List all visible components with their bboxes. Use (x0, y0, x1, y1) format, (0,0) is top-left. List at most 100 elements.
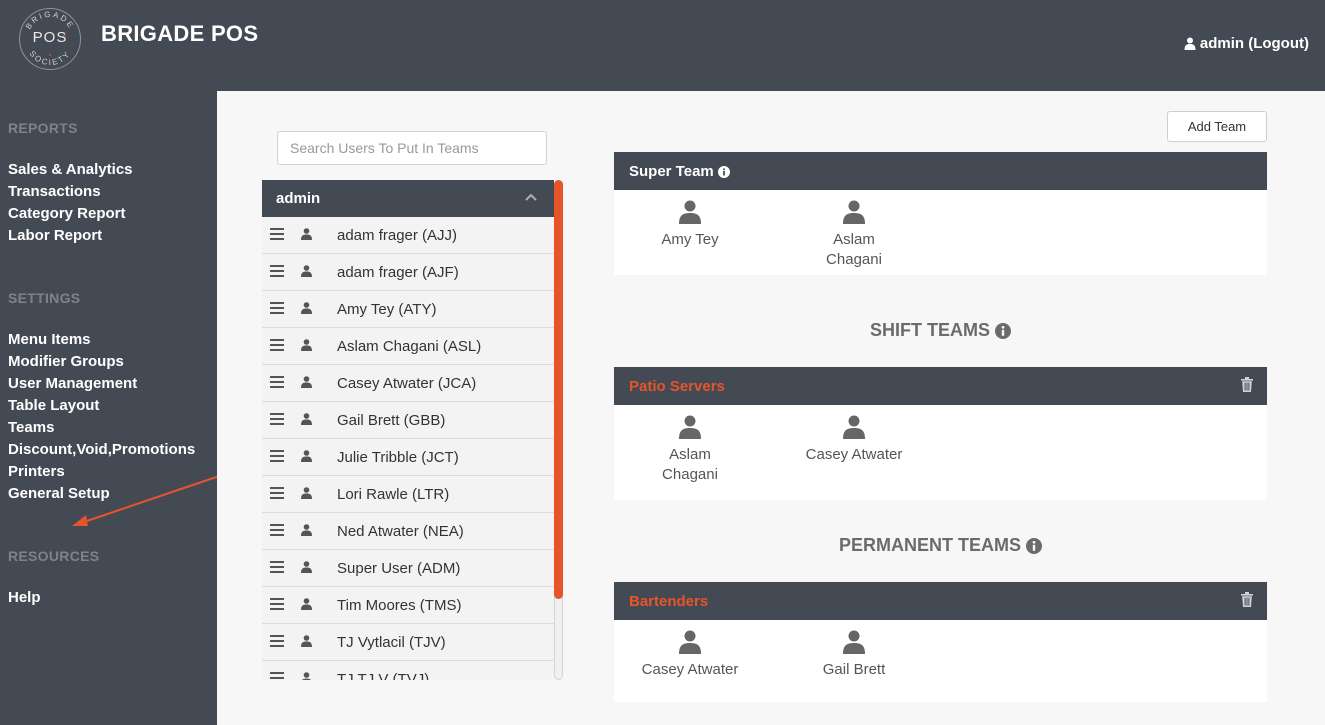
team-name[interactable]: Patio Servers (629, 378, 725, 395)
trash-icon[interactable] (1241, 592, 1253, 607)
member-name: Casey Atwater (641, 661, 739, 678)
member-name-line-2: Chagani (662, 466, 718, 483)
user-row[interactable]: Julie Tribble (JCT) (262, 439, 554, 476)
drag-handle-icon[interactable] (270, 450, 284, 462)
team-name: Super Team (629, 163, 730, 180)
user-row[interactable]: Super User (ADM) (262, 550, 554, 587)
team-card-bartenders: Bartenders Casey Atwater Gail Brett (614, 582, 1267, 702)
team-header: Super Team (614, 152, 1267, 190)
user-name: Lori Rawle (LTR) (337, 486, 450, 503)
user-list-header[interactable]: admin (262, 180, 554, 217)
add-team-button[interactable]: Add Team (1167, 111, 1267, 142)
logout-link-label: admin (Logout) (1199, 35, 1309, 52)
svg-text:BRIGADE: BRIGADE (24, 10, 76, 31)
user-icon (301, 376, 312, 388)
nav-sales-analytics[interactable]: Sales & Analytics (8, 161, 133, 178)
user-row[interactable]: Lori Rawle (LTR) (262, 476, 554, 513)
team-member[interactable]: Casey Atwater (794, 415, 914, 465)
user-row[interactable]: Gail Brett (GBB) (262, 402, 554, 439)
user-icon (301, 413, 312, 425)
nav-modifier-groups[interactable]: Modifier Groups (8, 353, 124, 370)
drag-handle-icon[interactable] (270, 598, 284, 610)
section-title-shift-teams: SHIFT TEAMS (614, 320, 1267, 341)
user-name: Aslam Chagani (ASL) (337, 338, 482, 355)
section-title-permanent-teams: PERMANENT TEAMS (614, 535, 1267, 556)
team-name[interactable]: Bartenders (629, 593, 708, 610)
team-name-label: Bartenders (629, 593, 709, 610)
user-row[interactable]: Amy Tey (ATY) (262, 291, 554, 328)
team-header: Patio Servers (614, 367, 1267, 405)
drag-handle-icon[interactable] (270, 376, 284, 388)
nav-menu-items[interactable]: Menu Items (8, 331, 91, 348)
nav-table-layout[interactable]: Table Layout (8, 397, 99, 414)
user-icon (843, 200, 865, 224)
nav-teams[interactable]: Teams (8, 419, 54, 436)
user-row[interactable]: adam frager (AJF) (262, 254, 554, 291)
info-icon[interactable] (995, 322, 1011, 339)
user-name: Casey Atwater (JCA) (337, 375, 477, 392)
drag-handle-icon[interactable] (270, 339, 284, 351)
logo-text: POS (32, 29, 68, 46)
user-icon (301, 635, 312, 647)
user-list-header-label: admin (276, 190, 321, 207)
user-row[interactable]: TJ Vytlacil (TJV) (262, 624, 554, 661)
user-name: Ned Atwater (NEA) (337, 523, 464, 540)
nav-help[interactable]: Help (8, 589, 41, 606)
drag-handle-icon[interactable] (270, 265, 284, 277)
drag-handle-icon[interactable] (270, 561, 284, 573)
search-users-input[interactable] (277, 131, 547, 165)
drag-handle-icon[interactable] (270, 635, 284, 647)
chevron-up-icon[interactable] (524, 190, 538, 204)
team-member[interactable]: Gail Brett (794, 630, 914, 680)
member-name: Amy Tey (661, 231, 719, 248)
user-row[interactable]: Ned Atwater (NEA) (262, 513, 554, 550)
user-name: TJ TJ V (TVJ) (337, 671, 430, 680)
team-member[interactable]: Casey Atwater (630, 630, 750, 680)
section-title-settings: SETTINGS (8, 290, 81, 306)
member-name-line-1: Aslam (669, 446, 711, 463)
user-icon (301, 487, 312, 499)
user-icon (301, 598, 312, 610)
drag-handle-icon[interactable] (270, 524, 284, 536)
user-icon (1184, 37, 1196, 50)
nav-labor-report[interactable]: Labor Report (8, 227, 102, 244)
nav-category-report[interactable]: Category Report (8, 205, 126, 222)
drag-handle-icon[interactable] (270, 672, 284, 680)
nav-user-management[interactable]: User Management (8, 375, 137, 392)
member-name: Gail Brett (822, 661, 886, 678)
member-name-line-2: Chagani (826, 251, 882, 268)
user-icon (843, 630, 865, 654)
section-title-permanent-teams-label: PERMANENT TEAMS (838, 535, 1021, 555)
user-row[interactable]: adam frager (AJJ) (262, 217, 554, 254)
user-row[interactable]: Aslam Chagani (ASL) (262, 328, 554, 365)
user-row[interactable]: Casey Atwater (JCA) (262, 365, 554, 402)
user-name: Amy Tey (ATY) (337, 301, 437, 318)
user-row[interactable]: Tim Moores (TMS) (262, 587, 554, 624)
drag-handle-icon[interactable] (270, 302, 284, 314)
drag-handle-icon[interactable] (270, 413, 284, 425)
info-icon[interactable] (1026, 537, 1042, 554)
logo-ring-top: BRIGADE (24, 10, 74, 31)
app-title: BRIGADE POS (101, 21, 259, 46)
drag-handle-icon[interactable] (270, 228, 284, 240)
info-icon[interactable] (717, 165, 730, 178)
team-member[interactable]: Amy Tey (630, 200, 750, 250)
logout-link[interactable]: admin (Logout) (1184, 35, 1309, 52)
member-name: Casey Atwater (805, 446, 903, 463)
team-member[interactable]: Aslam Chagani (630, 415, 750, 485)
user-icon (679, 415, 701, 439)
user-name: TJ Vytlacil (TJV) (337, 634, 446, 651)
user-name: Gail Brett (GBB) (337, 412, 446, 429)
user-icon (301, 228, 312, 240)
user-row[interactable]: TJ TJ V (TVJ) (262, 661, 554, 680)
trash-icon[interactable] (1241, 377, 1253, 392)
drag-handle-icon[interactable] (270, 487, 284, 499)
team-member[interactable]: Aslam Chagani (794, 200, 914, 270)
section-title-reports: REPORTS (8, 120, 78, 136)
section-title-shift-teams-label: SHIFT TEAMS (870, 320, 990, 340)
user-list-scrollbar-thumb[interactable] (554, 180, 563, 599)
user-icon (301, 450, 312, 462)
nav-transactions[interactable]: Transactions (8, 183, 101, 200)
brigade-logo[interactable]: BRIGADE SOCIETY POS (19, 8, 81, 70)
user-name: Julie Tribble (JCT) (337, 449, 459, 466)
